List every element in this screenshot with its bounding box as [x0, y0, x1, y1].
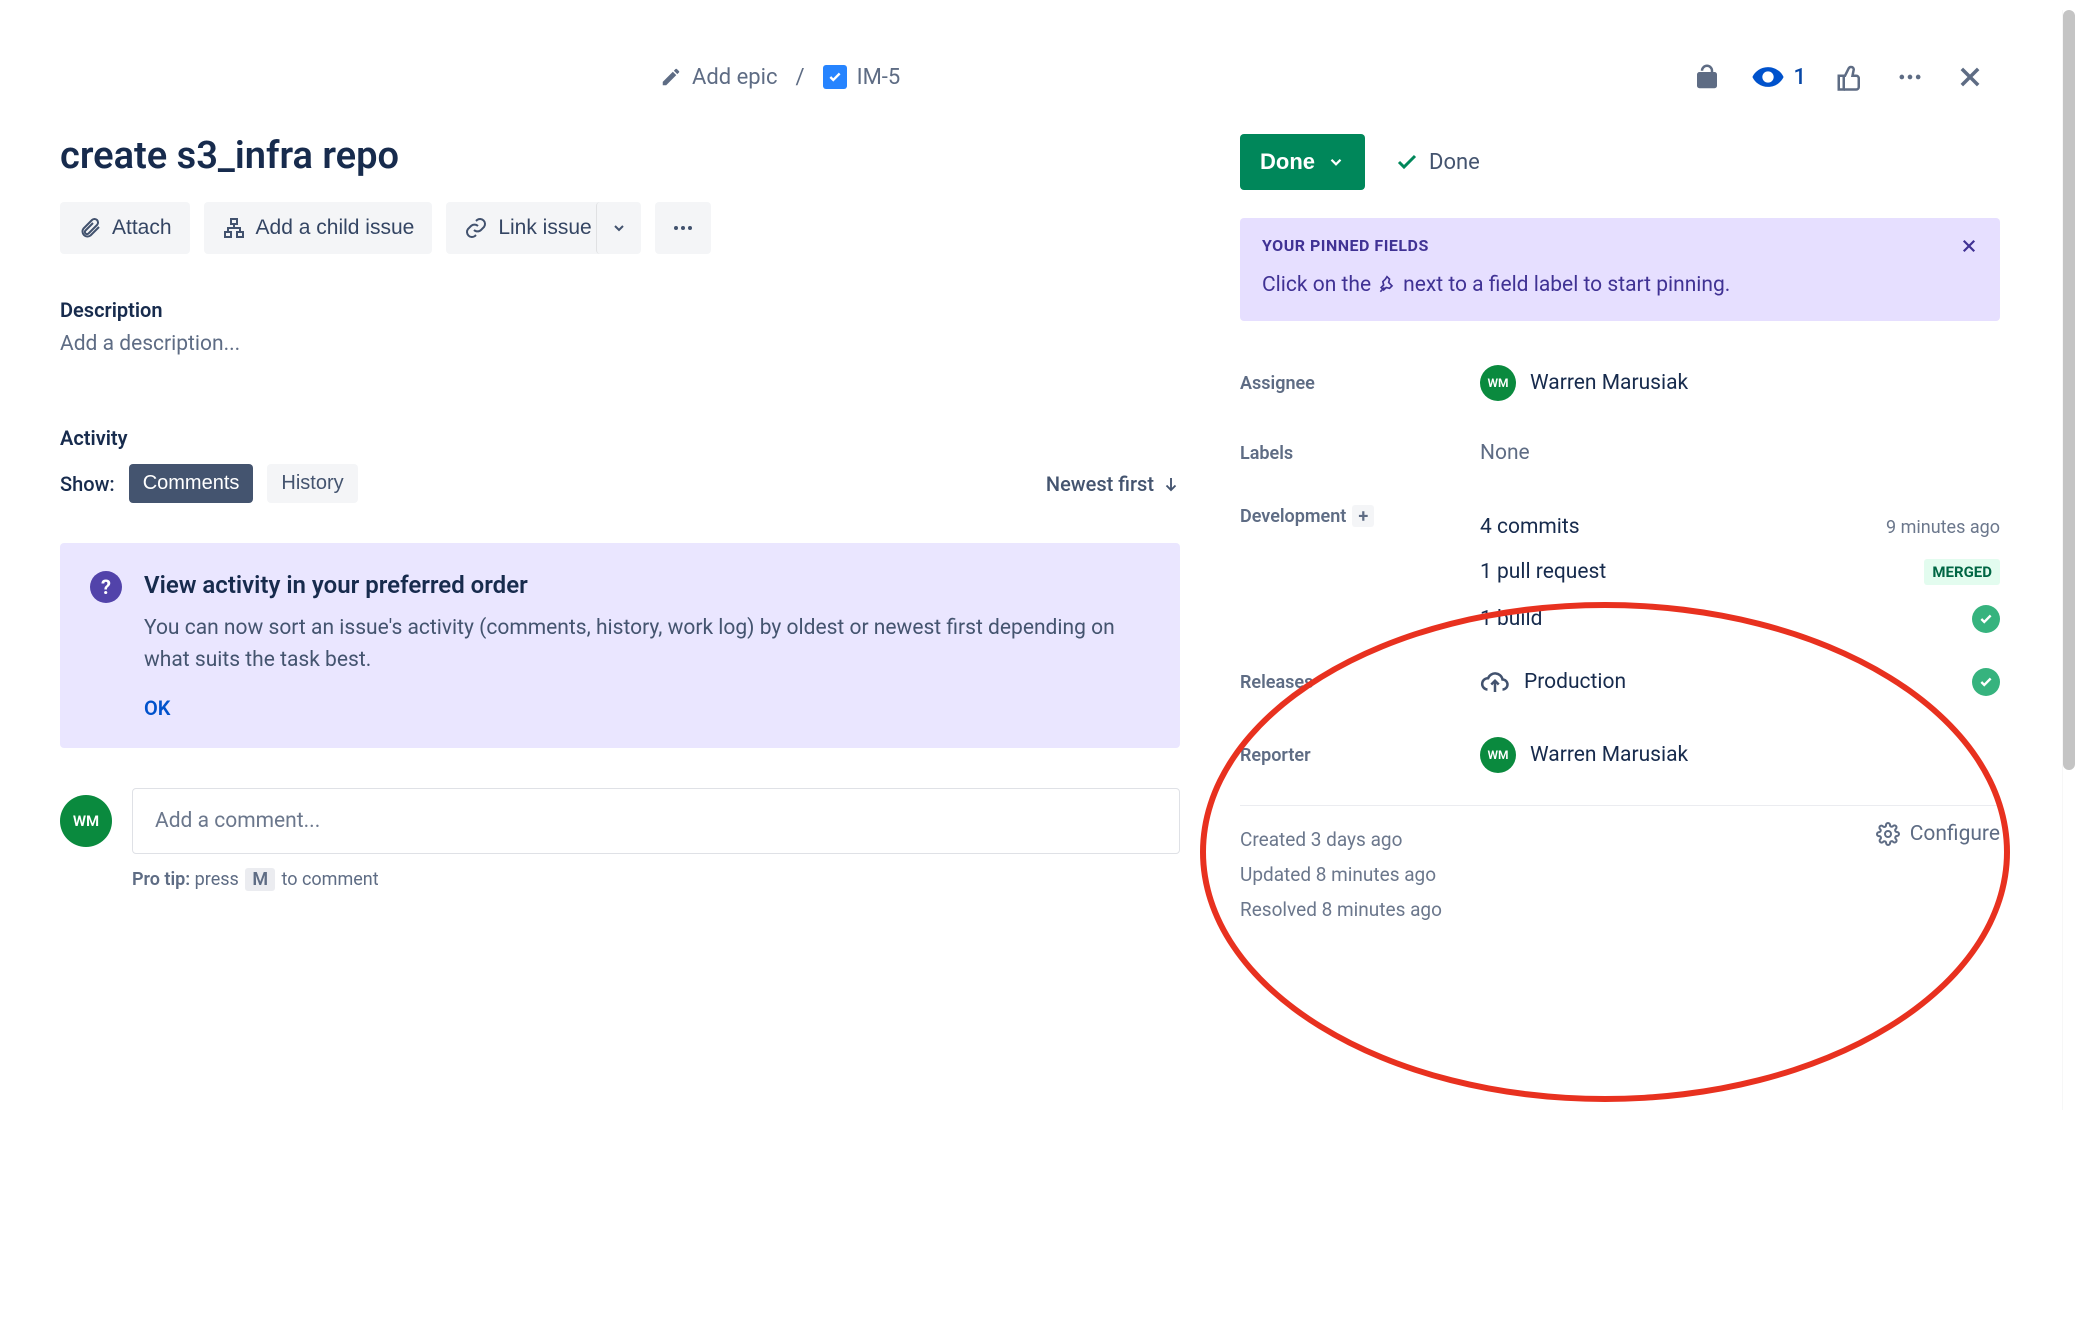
chevron-down-icon [611, 220, 627, 236]
key-m: M [245, 868, 275, 891]
add-child-button[interactable]: Add a child issue [204, 202, 433, 254]
assignee-avatar: WM [1480, 365, 1516, 401]
pinned-title: YOUR PINNED FIELDS [1262, 236, 1429, 255]
releases-field[interactable]: Releases Production [1240, 647, 2000, 717]
tab-comments[interactable]: Comments [129, 464, 254, 503]
development-add-button[interactable]: + [1352, 505, 1374, 527]
releases-value: Production [1524, 670, 1626, 694]
configure-button[interactable]: Configure [1876, 822, 2000, 846]
hierarchy-icon [222, 216, 246, 240]
reporter-label: Reporter [1240, 745, 1480, 766]
issue-key-label: IM-5 [857, 65, 901, 90]
show-label: Show: [60, 472, 115, 496]
resolution-indicator: Done [1395, 150, 1480, 175]
task-icon [823, 65, 847, 89]
watch-button[interactable]: 1 [1751, 60, 1806, 94]
created-date: Created 3 days ago [1240, 822, 1442, 857]
add-child-label: Add a child issue [256, 216, 415, 240]
dev-commits-row[interactable]: 4 commits 9 minutes ago [1480, 505, 2000, 549]
arrow-down-icon [1162, 475, 1180, 493]
releases-label: Releases [1240, 672, 1480, 693]
sort-label: Newest first [1046, 472, 1154, 496]
attach-label: Attach [112, 216, 172, 240]
info-title: View activity in your preferred order [144, 571, 1150, 599]
link-icon [464, 216, 488, 240]
watch-count: 1 [1793, 65, 1806, 90]
resolution-label: Done [1429, 150, 1480, 175]
add-epic-link[interactable]: Add epic [660, 65, 778, 90]
issue-dates: Created 3 days ago Updated 8 minutes ago… [1240, 822, 1442, 927]
more-icon [1896, 63, 1924, 91]
merged-badge: MERGED [1924, 559, 2000, 585]
breadcrumb: Add epic / IM-5 [660, 65, 900, 90]
development-field: Development + 4 commits 9 minutes ago 1 … [1240, 485, 2000, 647]
resolved-date: Resolved 8 minutes ago [1240, 892, 1442, 927]
labels-label: Labels [1240, 443, 1480, 464]
more-issue-actions[interactable] [655, 202, 711, 254]
build-success-icon [1972, 605, 2000, 633]
labels-field[interactable]: Labels None [1240, 421, 2000, 485]
lock-icon[interactable] [1691, 61, 1723, 93]
labels-value: None [1480, 441, 1530, 465]
breadcrumb-separator: / [796, 65, 805, 90]
reporter-field[interactable]: Reporter WM Warren Marusiak [1240, 717, 2000, 793]
eye-icon [1751, 60, 1785, 94]
activity-info-panel: ? View activity in your preferred order … [60, 543, 1180, 748]
info-icon: ? [90, 571, 122, 603]
updated-date: Updated 8 minutes ago [1240, 857, 1442, 892]
pin-icon [1377, 275, 1397, 295]
link-issue-label: Link issue [498, 216, 591, 240]
release-success-icon [1972, 668, 2000, 696]
sort-button[interactable]: Newest first [1046, 472, 1180, 496]
dev-commits: 4 commits [1480, 515, 1580, 539]
current-user-avatar: WM [60, 795, 112, 847]
pro-tip: Pro tip: press M to comment [132, 868, 1180, 891]
cloud-upload-icon [1480, 667, 1510, 697]
comment-placeholder: Add a comment... [155, 809, 320, 833]
status-label: Done [1260, 149, 1315, 175]
tab-history[interactable]: History [267, 464, 357, 503]
close-button[interactable] [1954, 61, 1986, 93]
development-label: Development + [1240, 505, 1480, 527]
dev-build-row[interactable]: 1 build [1480, 595, 2000, 643]
pinned-fields-panel: YOUR PINNED FIELDS Click on the next to … [1240, 218, 2000, 321]
vote-button[interactable] [1834, 61, 1866, 93]
dev-pr: 1 pull request [1480, 560, 1606, 584]
dev-build: 1 build [1480, 607, 1542, 631]
dev-commits-time: 9 minutes ago [1886, 517, 2000, 538]
status-dropdown[interactable]: Done [1240, 134, 1365, 190]
link-issue-button[interactable]: Link issue [446, 202, 609, 254]
check-icon [1395, 150, 1419, 174]
gear-icon [1876, 822, 1900, 846]
link-issue-dropdown[interactable] [596, 202, 641, 254]
activity-header: Activity [60, 426, 1180, 450]
info-ok-button[interactable]: OK [144, 696, 1150, 720]
pinned-close-button[interactable] [1960, 237, 1978, 255]
description-input[interactable]: Add a description... [60, 332, 1180, 356]
comment-input[interactable]: Add a comment... [132, 788, 1180, 854]
close-icon [1960, 237, 1978, 255]
dev-pr-row[interactable]: 1 pull request MERGED [1480, 549, 2000, 595]
thumbs-up-icon [1835, 62, 1865, 92]
issue-title[interactable]: create s3_infra repo [60, 134, 1180, 178]
configure-label: Configure [1910, 822, 2000, 846]
close-icon [1956, 63, 1984, 91]
scrollbar[interactable] [2062, 10, 2076, 1110]
pencil-icon [660, 66, 682, 88]
assignee-label: Assignee [1240, 373, 1480, 394]
chevron-down-icon [1327, 153, 1345, 171]
issue-key-link[interactable]: IM-5 [823, 65, 901, 90]
reporter-value: Warren Marusiak [1530, 743, 1688, 767]
info-body: You can now sort an issue's activity (co… [144, 613, 1150, 676]
attach-button[interactable]: Attach [60, 202, 190, 254]
assignee-field[interactable]: Assignee WM Warren Marusiak [1240, 345, 2000, 421]
attachment-icon [78, 216, 102, 240]
more-icon [671, 216, 695, 240]
reporter-avatar: WM [1480, 737, 1516, 773]
more-actions-button[interactable] [1894, 61, 1926, 93]
description-label: Description [60, 298, 1180, 322]
assignee-value: Warren Marusiak [1530, 371, 1688, 395]
add-epic-label: Add epic [692, 65, 778, 90]
